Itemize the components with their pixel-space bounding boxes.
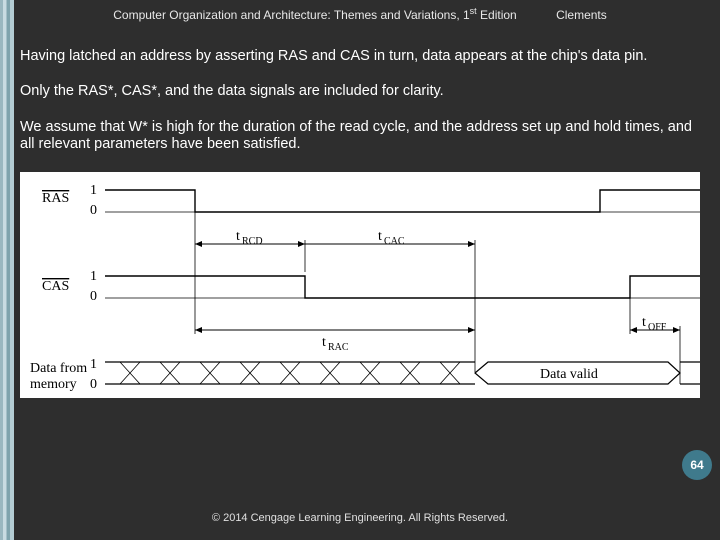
trcd-arrow-l — [195, 241, 202, 247]
data-valid-label: Data valid — [540, 367, 598, 382]
trcd-arrow-r — [298, 241, 305, 247]
ras-hi: 1 — [90, 183, 97, 198]
ras-wave — [105, 190, 700, 212]
data-label-l1: Data from — [30, 361, 87, 376]
data-lo: 0 — [90, 377, 97, 392]
decorative-left-strip — [0, 0, 14, 540]
data-label-l2: memory — [30, 377, 77, 392]
cas-lo: 0 — [90, 289, 97, 304]
toff-arrow-l — [630, 327, 637, 333]
page-number-badge: 64 — [682, 450, 712, 480]
trcd-label: RCD — [242, 236, 263, 247]
copyright-footer: © 2014 Cengage Learning Engineering. All… — [0, 512, 720, 524]
trac-prefix: t — [322, 335, 326, 350]
trac-arrow-r — [468, 327, 475, 333]
tcac-label: CAC — [384, 236, 405, 247]
tcac-prefix: t — [378, 229, 382, 244]
ras-lo: 0 — [90, 203, 97, 218]
slide-header: Computer Organization and Architecture: … — [20, 6, 700, 22]
timing-diagram: RAS 1 0 t RCD t CAC CAS 1 0 — [20, 172, 700, 398]
copyright-text: © 2014 Cengage Learning Engineering. All… — [212, 512, 508, 524]
trac-arrow-l — [195, 327, 202, 333]
data-floating — [105, 362, 475, 384]
ras-label: RAS — [42, 191, 69, 206]
toff-prefix: t — [642, 315, 646, 330]
paragraph-3: We assume that W* is high for the durati… — [20, 119, 700, 154]
book-title-pre: Computer Organization and Architecture: … — [113, 8, 469, 22]
page-number: 64 — [690, 458, 703, 472]
author-name: Clements — [556, 8, 607, 22]
toff-arrow-r — [673, 327, 680, 333]
book-title-post: Edition — [477, 8, 517, 22]
trac-label: RAC — [328, 342, 349, 353]
paragraph-1: Having latched an address by asserting R… — [20, 48, 700, 65]
cas-hi: 1 — [90, 269, 97, 284]
paragraph-2: Only the RAS*, CAS*, and the data signal… — [20, 83, 700, 100]
cas-label: CAS — [42, 279, 69, 294]
toff-label: OFF — [648, 322, 667, 333]
edition-sup: st — [470, 6, 477, 16]
slide-content: Computer Organization and Architecture: … — [14, 0, 720, 540]
cas-wave — [105, 276, 700, 298]
tcac-arrow-r — [468, 241, 475, 247]
trcd-prefix: t — [236, 229, 240, 244]
data-trail — [680, 362, 700, 384]
data-hi: 1 — [90, 357, 97, 372]
